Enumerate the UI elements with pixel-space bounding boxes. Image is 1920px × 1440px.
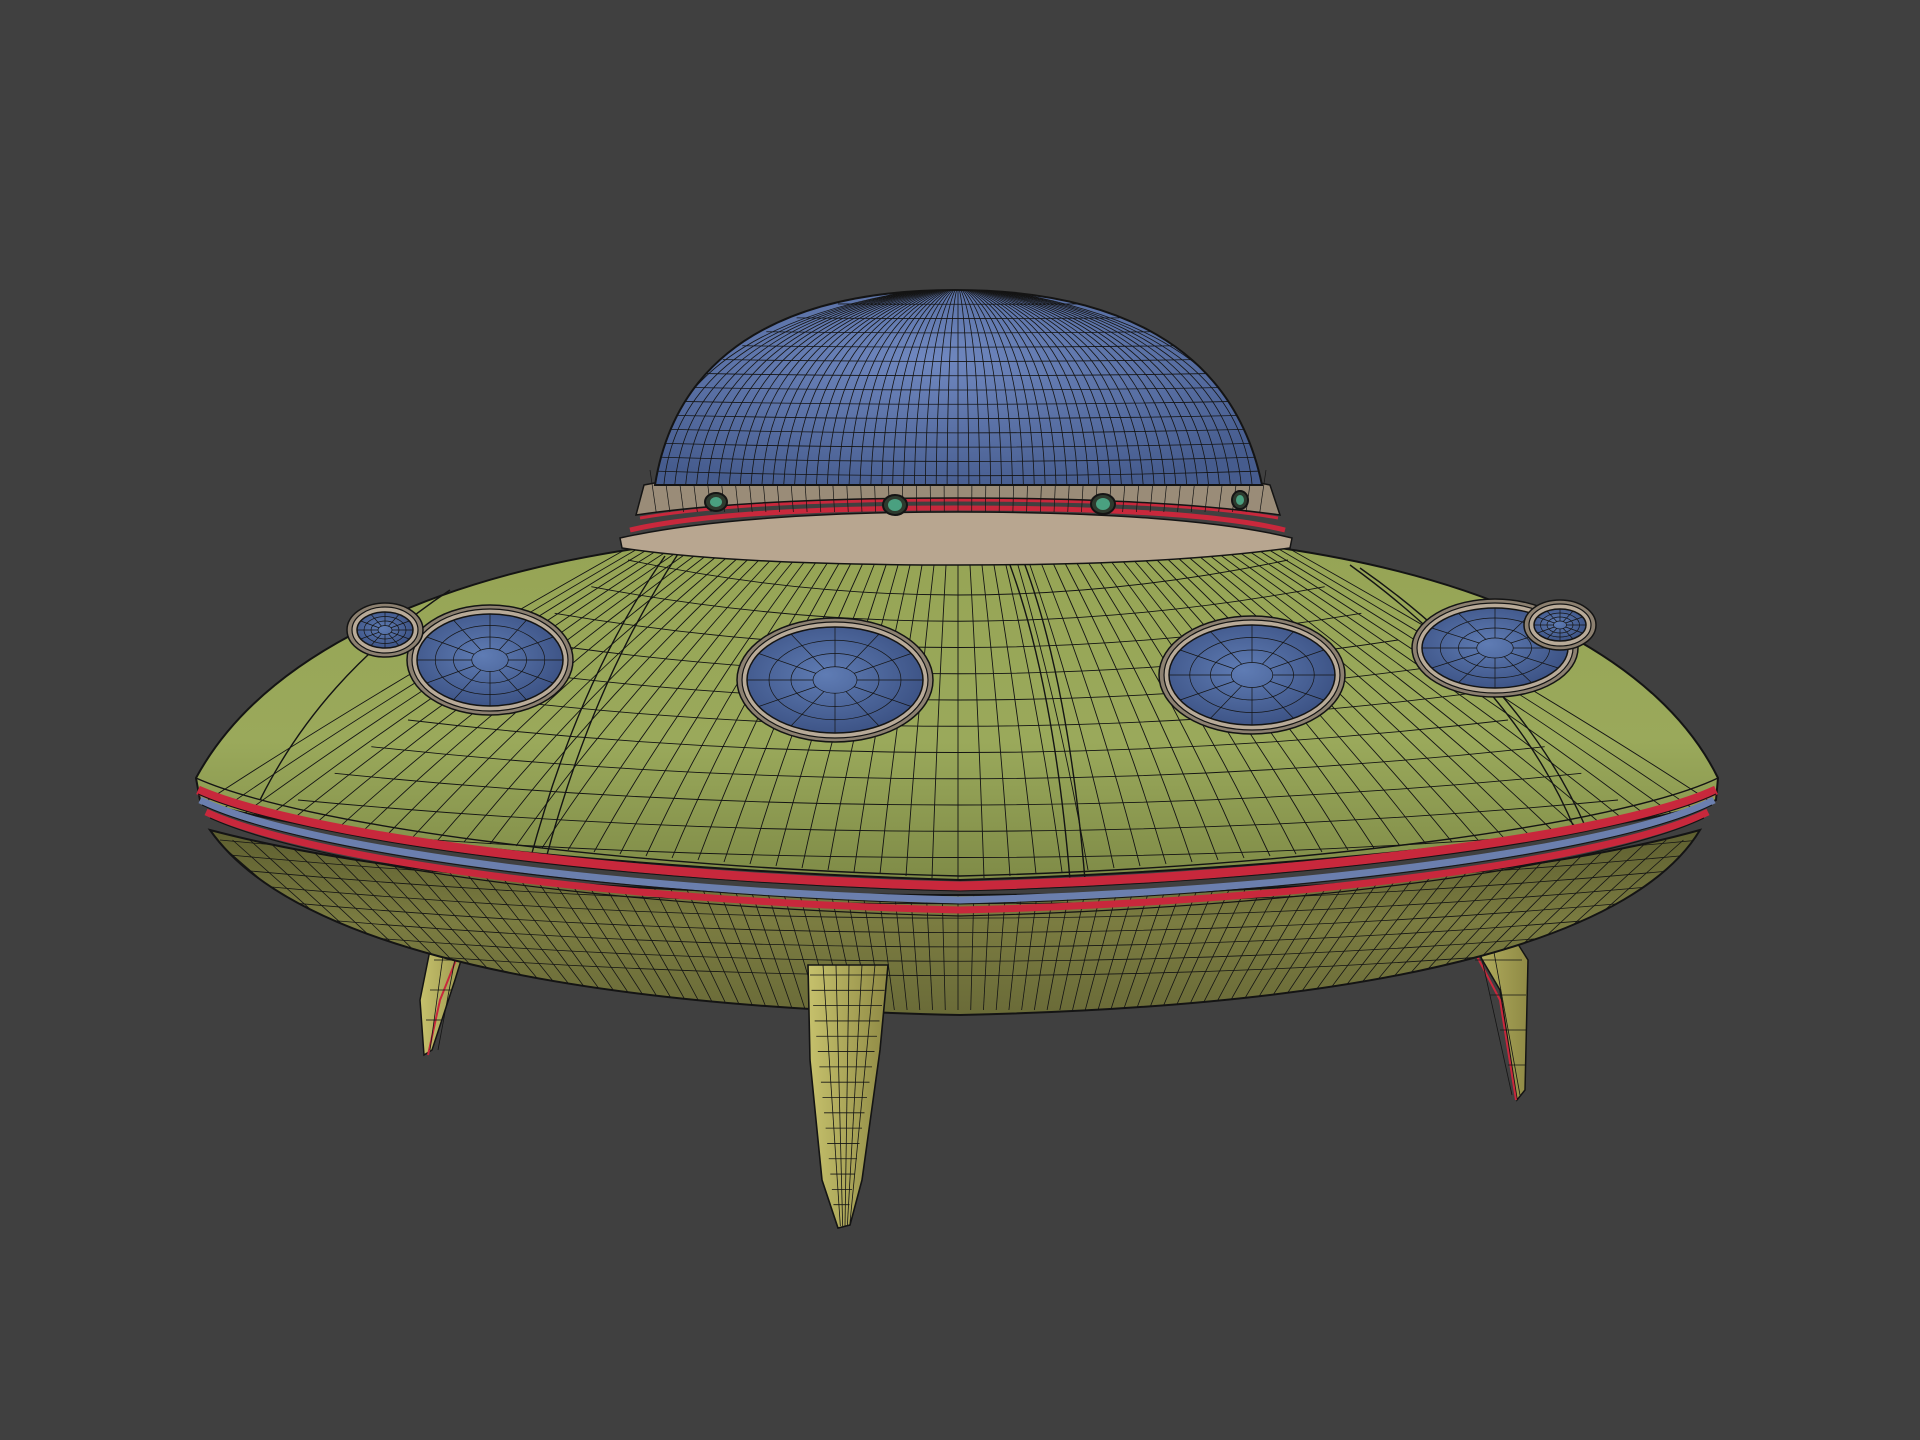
dome-light bbox=[704, 492, 728, 512]
dome-light bbox=[1090, 493, 1116, 515]
porthole bbox=[1158, 615, 1346, 735]
porthole bbox=[736, 617, 934, 743]
ufo-model bbox=[194, 288, 1720, 1229]
leg-front bbox=[807, 964, 889, 1229]
porthole bbox=[346, 602, 424, 658]
porthole bbox=[406, 604, 574, 716]
dome-light bbox=[882, 494, 908, 516]
3d-viewport[interactable] bbox=[0, 0, 1920, 1440]
glass-dome bbox=[653, 288, 1264, 486]
saucer-hull bbox=[194, 533, 1720, 917]
porthole bbox=[1523, 599, 1597, 651]
dome-light bbox=[1231, 490, 1249, 510]
